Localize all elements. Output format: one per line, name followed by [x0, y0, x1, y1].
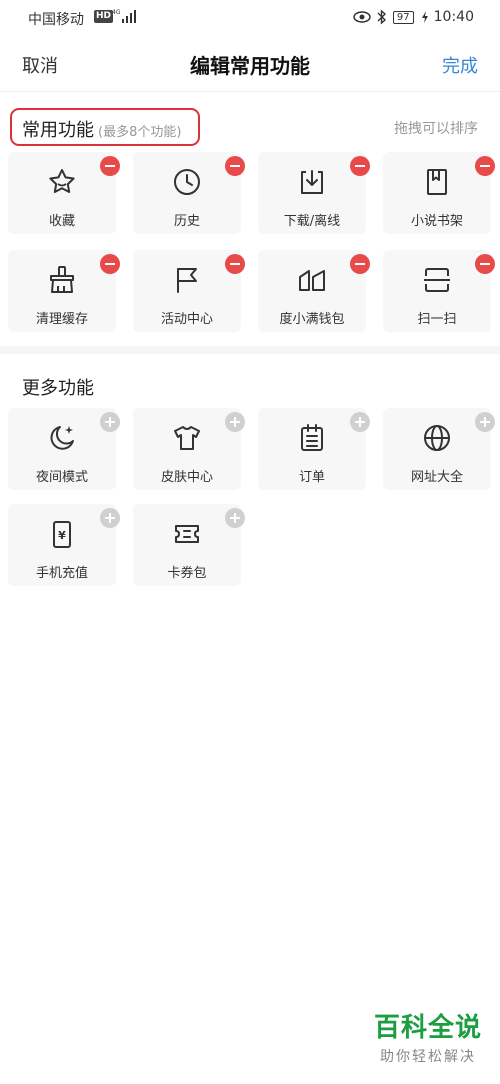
remove-badge[interactable] [100, 254, 120, 274]
add-badge[interactable] [225, 508, 245, 528]
tile-activity-center[interactable]: 活动中心 [133, 250, 245, 332]
common-section-subtitle: (最多8个功能) [98, 125, 182, 140]
globe-icon [421, 422, 453, 454]
tile-label: 收藏 [48, 214, 75, 229]
add-badge[interactable] [350, 412, 370, 432]
tile-bookshelf[interactable]: 小说书架 [383, 152, 495, 234]
tile-history[interactable]: 历史 [133, 152, 245, 234]
download-icon [296, 166, 328, 198]
tile-favorites[interactable]: 收藏 [8, 152, 120, 234]
tile-label: 度小满钱包 [279, 312, 345, 327]
tile-label: 网址大全 [410, 470, 463, 485]
tile-download[interactable]: 下载/离线 [258, 152, 370, 234]
remove-badge[interactable] [350, 156, 370, 176]
order-icon [296, 422, 328, 454]
clock-icon [171, 166, 203, 198]
add-badge[interactable] [475, 412, 495, 432]
tile-label: 小说书架 [410, 214, 463, 229]
broom-icon [46, 264, 78, 296]
tile-label: 活动中心 [160, 312, 213, 327]
common-title-text: 常用功能 [22, 120, 94, 141]
network-type: 4G [112, 9, 121, 16]
star-icon [46, 166, 78, 198]
watermark-sub: 助你轻松解决 [379, 1049, 476, 1065]
done-button[interactable]: 完成 [442, 52, 478, 78]
tile-phone-recharge[interactable]: ¥ 手机充值 [8, 504, 120, 586]
tile-wallet[interactable]: 度小满钱包 [258, 250, 370, 332]
wallet-icon [296, 264, 328, 296]
flag-icon [171, 264, 203, 296]
battery-level: 97 [392, 10, 414, 24]
tile-label: 下载/离线 [283, 214, 341, 229]
remove-badge[interactable] [225, 254, 245, 274]
drag-sort-hint: 拖拽可以排序 [394, 121, 478, 137]
status-bar: 中国移动 HD 4G 97 10:40 [0, 0, 500, 36]
tile-label: 卡券包 [167, 566, 207, 581]
eye-icon [353, 11, 371, 23]
add-badge[interactable] [100, 412, 120, 432]
common-section-title: 常用功能 (最多8个功能) [22, 116, 181, 142]
more-section-title: 更多功能 [22, 378, 94, 399]
nav-divider [0, 91, 500, 92]
book-icon [421, 166, 453, 198]
tile-label: 历史 [173, 214, 200, 229]
coupon-icon [171, 518, 203, 550]
tile-clear-cache[interactable]: 清理缓存 [8, 250, 120, 332]
bluetooth-icon [377, 9, 386, 25]
remove-badge[interactable] [100, 156, 120, 176]
tile-scan[interactable]: 扫一扫 [383, 250, 495, 332]
signal-icon: 4G [112, 9, 136, 23]
moon-icon [46, 422, 78, 454]
shirt-icon [171, 422, 203, 454]
charging-icon [421, 11, 428, 23]
tile-night-mode[interactable]: 夜间模式 [8, 408, 120, 490]
watermark: 百科全说 助你轻松解决 [374, 1007, 482, 1066]
phone-recharge-icon: ¥ [46, 518, 78, 550]
watermark-main: 百科全说 [373, 1013, 482, 1043]
svg-text:¥: ¥ [58, 529, 66, 542]
remove-badge[interactable] [475, 156, 495, 176]
tile-label: 订单 [298, 470, 325, 485]
remove-badge[interactable] [350, 254, 370, 274]
tile-label: 手机充值 [35, 566, 88, 581]
page-title: 编辑常用功能 [190, 54, 310, 78]
nav-bar: 取消 编辑常用功能 完成 [0, 36, 500, 92]
tile-orders[interactable]: 订单 [258, 408, 370, 490]
tile-label: 扫一扫 [417, 312, 457, 327]
section-separator [0, 346, 500, 354]
clock-time: 10:40 [433, 9, 474, 25]
tile-coupons[interactable]: 卡券包 [133, 504, 245, 586]
status-right: 97 10:40 [353, 9, 474, 25]
remove-badge[interactable] [225, 156, 245, 176]
add-badge[interactable] [100, 508, 120, 528]
hd-badge: HD [94, 10, 114, 23]
tile-url-directory[interactable]: 网址大全 [383, 408, 495, 490]
scan-icon [421, 264, 453, 296]
common-section-header: 常用功能 (最多8个功能) 拖拽可以排序 [0, 104, 500, 146]
tile-skin-center[interactable]: 皮肤中心 [133, 408, 245, 490]
remove-badge[interactable] [475, 254, 495, 274]
add-badge[interactable] [225, 412, 245, 432]
tile-label: 夜间模式 [35, 470, 88, 485]
carrier-name: 中国移动 [28, 12, 84, 28]
more-section-header: 更多功能 [0, 362, 500, 402]
tile-label: 皮肤中心 [160, 470, 213, 485]
tile-label: 清理缓存 [35, 312, 88, 327]
